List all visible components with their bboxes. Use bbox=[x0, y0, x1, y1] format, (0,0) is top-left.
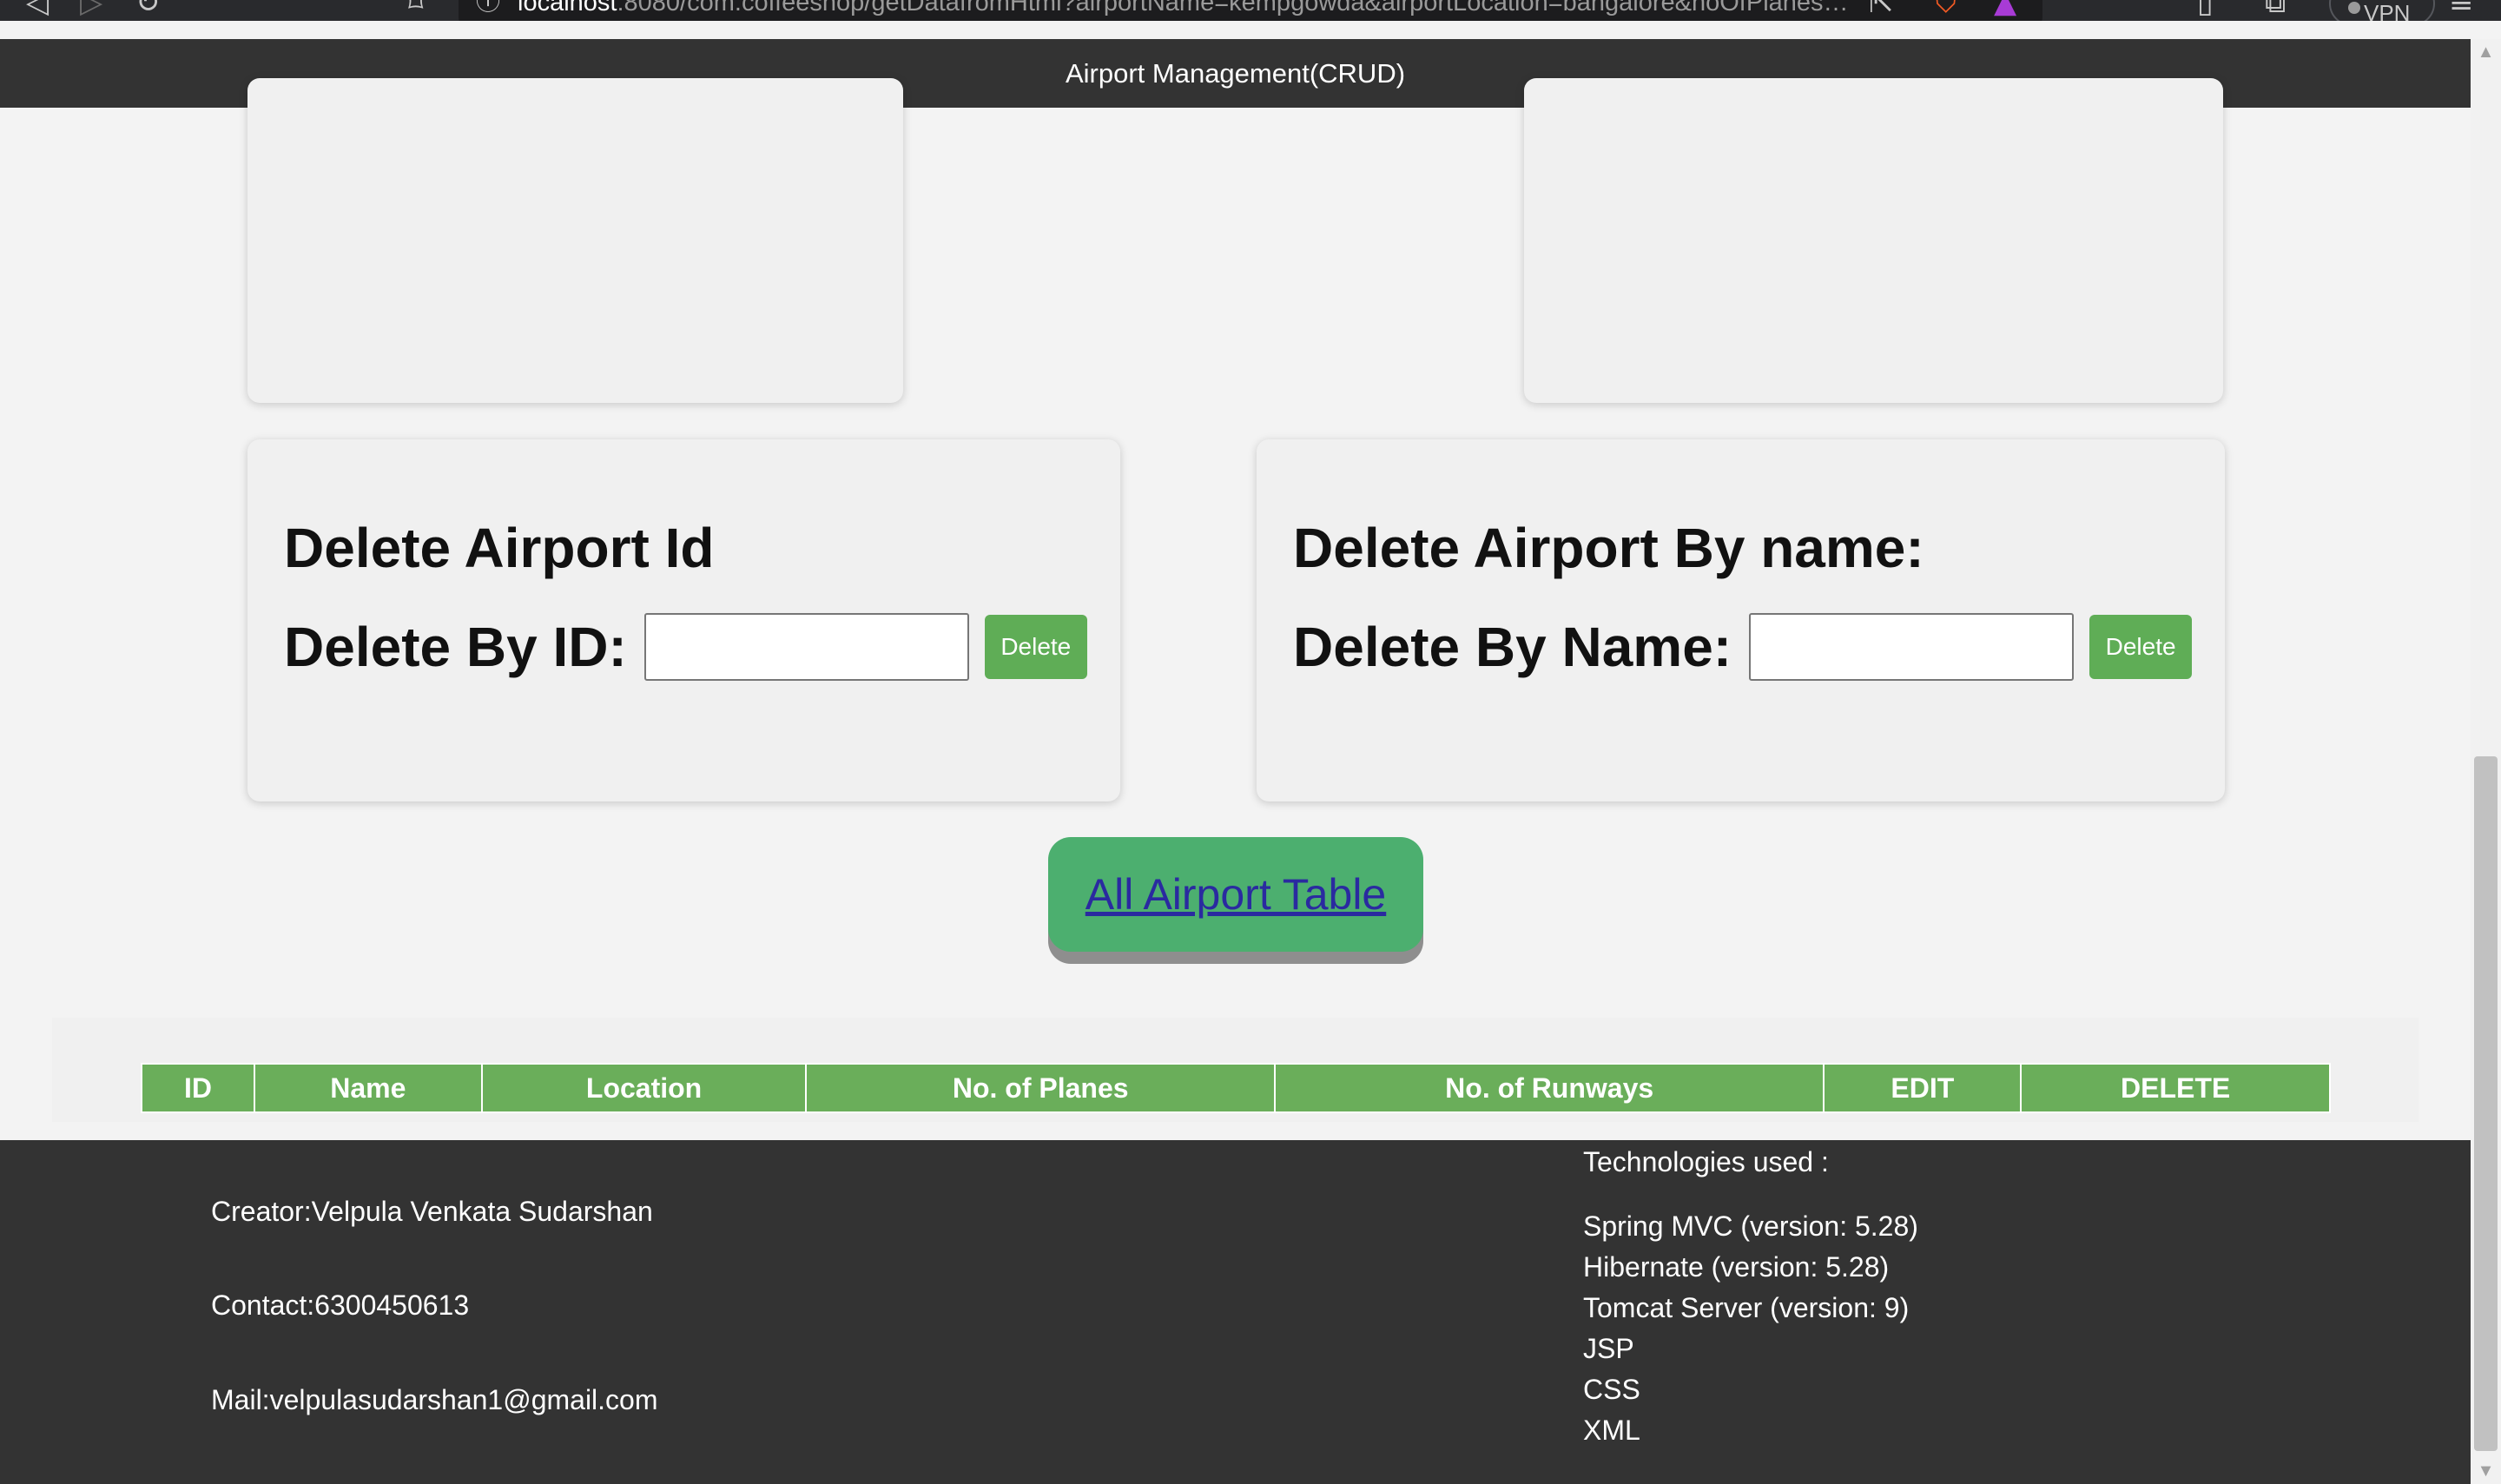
sidebar-icon[interactable]: ▯ bbox=[2197, 0, 2214, 17]
technologies-list: Spring MVC (version: 5.28) Hibernate (ve… bbox=[1583, 1206, 1918, 1451]
footer-mail: Mail:velpulasudarshan1@gmail.com bbox=[211, 1384, 658, 1415]
footer: Creator:Velpula Venkata Sudarshan Contac… bbox=[0, 1140, 2471, 1484]
rewards-icon[interactable]: ▲ bbox=[1994, 0, 2016, 17]
forward-icon[interactable]: ▷ bbox=[80, 0, 102, 17]
column-header-location: Location bbox=[480, 1063, 808, 1113]
delete-by-id-button[interactable]: Delete bbox=[984, 615, 1087, 679]
browser-toolbar: ◁ ▷ ↻ ⌑ ⓘ localhost:8080/com.coffeeshop/… bbox=[0, 0, 2501, 21]
delete-by-id-label: Delete By ID: bbox=[284, 616, 627, 678]
column-header-runways: No. of Runways bbox=[1273, 1063, 1825, 1113]
card-upper-left bbox=[247, 78, 903, 403]
scrollbar-thumb[interactable] bbox=[2474, 756, 2498, 1451]
page-scrollbar[interactable]: ▲ ▼ bbox=[2471, 39, 2501, 1484]
back-icon[interactable]: ◁ bbox=[26, 0, 49, 17]
technologies-heading: Technologies used : bbox=[1583, 1146, 1829, 1177]
delete-by-id-card: Delete Airport Id Delete By ID: Delete bbox=[247, 439, 1120, 801]
technology-item: CSS bbox=[1583, 1374, 1640, 1405]
airport-table-container: ID Name Location No. of Planes No. of Ru… bbox=[52, 1018, 2419, 1122]
page-title: Airport Management(CRUD) bbox=[1065, 57, 1406, 89]
column-header-edit: EDIT bbox=[1823, 1063, 2023, 1113]
delete-by-name-card: Delete Airport By name: Delete By Name: … bbox=[1257, 439, 2225, 801]
footer-creator: Creator:Velpula Venkata Sudarshan bbox=[211, 1196, 653, 1227]
airport-table: ID Name Location No. of Planes No. of Ru… bbox=[141, 1063, 2331, 1113]
menu-icon[interactable]: ≡ bbox=[2449, 0, 2474, 17]
technology-item: Hibernate (version: 5.28) bbox=[1583, 1251, 1890, 1283]
scroll-down-arrow-icon[interactable]: ▼ bbox=[2471, 1458, 2501, 1484]
wallet-icon[interactable]: ⧉ bbox=[2265, 0, 2286, 17]
column-header-delete: DELETE bbox=[2020, 1063, 2331, 1113]
url-host: localhost bbox=[518, 0, 617, 16]
url-text[interactable]: localhost:8080/com.coffeeshop/getDatafro… bbox=[518, 0, 1855, 18]
delete-by-id-title: Delete Airport Id bbox=[284, 517, 715, 579]
delete-name-input[interactable] bbox=[1749, 613, 2075, 681]
delete-by-name-title: Delete Airport By name: bbox=[1293, 517, 1924, 579]
technology-item: Tomcat Server (version: 9) bbox=[1583, 1292, 1910, 1323]
technology-item: JSP bbox=[1583, 1333, 1634, 1364]
technology-item: Spring MVC (version: 5.28) bbox=[1583, 1210, 1918, 1242]
delete-by-id-form: Delete By ID: Delete bbox=[284, 613, 1087, 681]
table-header-row: ID Name Location No. of Planes No. of Ru… bbox=[141, 1063, 2331, 1113]
card-upper-right bbox=[1524, 78, 2223, 403]
scroll-up-arrow-icon[interactable]: ▲ bbox=[2471, 39, 2501, 65]
delete-id-input[interactable] bbox=[643, 613, 969, 681]
column-header-planes: No. of Planes bbox=[805, 1063, 1276, 1113]
footer-contact: Contact:6300450613 bbox=[211, 1289, 470, 1321]
all-airport-table-button[interactable]: All Airport Table bbox=[1048, 837, 1423, 952]
column-header-id: ID bbox=[141, 1063, 255, 1113]
share-icon[interactable]: ⇱ bbox=[1869, 0, 1894, 17]
vpn-label: VPN bbox=[2364, 0, 2411, 21]
delete-by-name-button[interactable]: Delete bbox=[2089, 615, 2193, 679]
column-header-name: Name bbox=[253, 1063, 483, 1113]
delete-by-name-label: Delete By Name: bbox=[1293, 616, 1732, 678]
reload-icon[interactable]: ↻ bbox=[135, 0, 161, 17]
url-path: :8080/com.coffeeshop/getDatafromHtml?air… bbox=[617, 0, 1855, 16]
delete-by-name-form: Delete By Name: Delete bbox=[1293, 613, 2193, 681]
bookmark-icon[interactable]: ⌑ bbox=[408, 0, 423, 17]
brave-shield-icon[interactable]: ⛉ bbox=[1935, 0, 1957, 17]
info-icon[interactable]: ⓘ bbox=[476, 0, 500, 14]
technology-item: XML bbox=[1583, 1415, 1640, 1446]
all-airport-table-link[interactable]: All Airport Table bbox=[1086, 869, 1386, 920]
vpn-button[interactable]: VPN bbox=[2329, 0, 2435, 21]
